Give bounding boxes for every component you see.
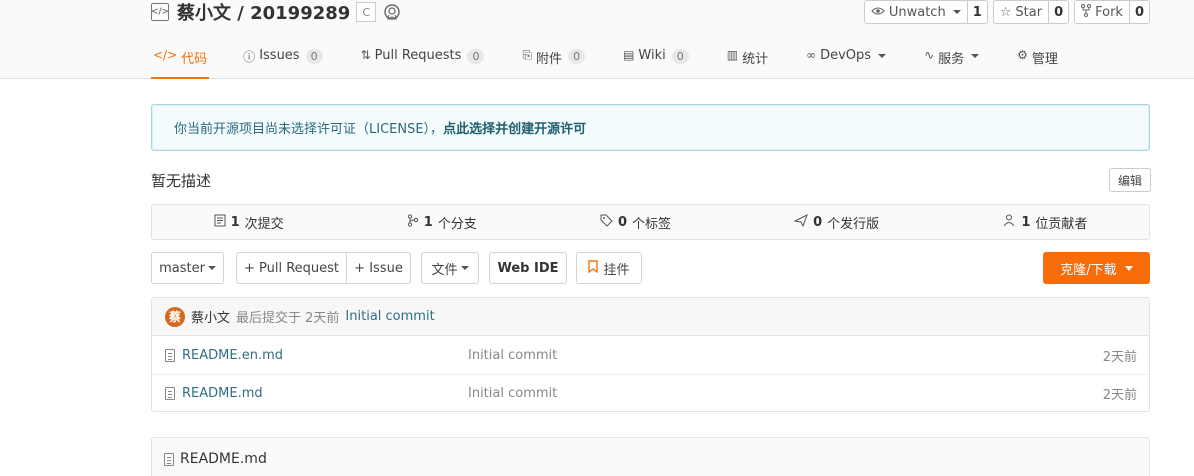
file-row[interactable]: README.md Initial commit 2天前 (152, 374, 1149, 412)
clone-download-button[interactable]: 克隆/下载 (1043, 252, 1150, 284)
tab-issues[interactable]: ⓘ Issues 0 (243, 44, 323, 79)
license-notice-text: 你当前开源项目尚未选择许可证（LICENSE）， (174, 122, 444, 137)
readme-file-icon (164, 452, 174, 466)
tab-manage[interactable]: ⚙ 管理 (1017, 44, 1058, 79)
release-icon (793, 213, 809, 231)
readme-header: README.md (152, 438, 1149, 467)
attachment-icon: ⎘ (522, 48, 533, 62)
pull-requests-count-badge: 0 (467, 49, 485, 64)
fork-icon (1081, 3, 1092, 21)
repo-stats-bar: 1 次提交 1 个分支 0 个标签 0 个发行版 1 位贡献者 (151, 204, 1150, 240)
contributors-stat[interactable]: 1 位贡献者 (1002, 213, 1087, 232)
attachments-count-badge: 0 (568, 49, 586, 64)
chevron-down-icon (1124, 265, 1133, 271)
fork-label: Fork (1095, 4, 1123, 20)
repo-description: 暂无描述 (151, 172, 212, 190)
commit-icon (214, 214, 226, 231)
file-menu-button[interactable]: 文件 (421, 252, 479, 284)
file-list: 蔡 蔡小文 最后提交于 2天前 Initial commit README.en… (151, 297, 1150, 412)
settings-doc-icon: ⚙ (1017, 48, 1028, 62)
commit-meta: 最后提交于 2天前 (236, 311, 340, 326)
code-icon: </> (153, 48, 178, 62)
tab-pull-requests[interactable]: ⇅ Pull Requests 0 (361, 44, 485, 79)
avatar[interactable]: 蔡 (165, 306, 185, 327)
chevron-down-icon (207, 266, 216, 270)
edit-description-button[interactable]: 编辑 (1109, 168, 1151, 192)
create-license-link[interactable]: 点此选择并创建开源许可 (443, 118, 586, 137)
issues-count-badge: 0 (305, 49, 323, 64)
file-name-link[interactable]: README.md (182, 386, 263, 401)
watch-button[interactable]: Unwatch 1 (863, 0, 988, 24)
tab-wiki[interactable]: ▤ Wiki 0 (623, 44, 689, 79)
readme-title: README.md (180, 451, 267, 467)
star-count[interactable]: 0 (1048, 1, 1068, 23)
file-icon (165, 348, 175, 362)
tab-statistics[interactable]: ▥ 统计 (727, 44, 768, 79)
repo-toolbar: master + Pull Request + Issue 文件 Web IDE… (151, 252, 1150, 284)
tab-devops[interactable]: ∞ DevOps (806, 44, 887, 79)
contributors-icon (1002, 214, 1016, 231)
star-icon: ☆ (999, 4, 1012, 20)
language-badge[interactable]: C (356, 2, 377, 22)
star-button[interactable]: ☆ Star 0 (992, 0, 1070, 24)
chevron-down-icon (878, 54, 887, 58)
issue-icon: ⓘ (243, 50, 256, 64)
commit-author[interactable]: 蔡小文 (191, 307, 230, 326)
commit-message-link[interactable]: Initial commit (345, 309, 434, 324)
file-commit-time: 2天前 (1102, 388, 1137, 403)
readme-panel: README.md (151, 437, 1150, 476)
wiki-icon: ▤ (623, 48, 635, 62)
web-ide-button[interactable]: Web IDE (489, 252, 567, 284)
fork-count[interactable]: 0 (1128, 1, 1149, 23)
award-icon[interactable] (382, 2, 402, 22)
file-icon (165, 387, 175, 400)
tab-services[interactable]: ∿ 服务 (924, 44, 980, 79)
tab-attachments[interactable]: ⎘ 附件 0 (522, 44, 586, 79)
repo-header: </> 蔡小文 / 20199289 C Unwatch 1 ☆ Star 0 (0, 0, 1194, 79)
file-name-link[interactable]: README.en.md (182, 348, 283, 363)
tag-icon (600, 214, 613, 231)
bookmark-icon (588, 259, 599, 277)
file-commit-message[interactable]: Initial commit (468, 386, 557, 401)
commits-stat[interactable]: 1 次提交 (214, 213, 284, 232)
repo-title-bar: </> 蔡小文 / 20199289 C (151, 0, 402, 24)
widget-button[interactable]: 挂件 (576, 252, 642, 284)
watch-label: Unwatch (888, 4, 946, 20)
chart-icon: ▥ (726, 48, 739, 62)
eye-icon (871, 5, 885, 20)
watch-count[interactable]: 1 (966, 1, 987, 23)
branch-select[interactable]: master (151, 252, 224, 284)
new-issue-button[interactable]: + Issue (346, 252, 411, 284)
file-commit-time: 2天前 (1102, 349, 1137, 365)
file-row[interactable]: README.en.md Initial commit 2天前 (152, 336, 1149, 374)
infinity-icon: ∞ (806, 48, 817, 62)
license-notice: 你当前开源项目尚未选择许可证（LICENSE）， 点此选择并创建开源许可 (151, 104, 1150, 151)
chevron-down-icon (460, 266, 469, 270)
code-repo-icon: </> (151, 3, 169, 21)
file-commit-message[interactable]: Initial commit (468, 348, 557, 363)
fork-button[interactable]: Fork 0 (1074, 0, 1150, 24)
star-label: Star (1015, 4, 1043, 20)
pull-request-icon: ⇅ (360, 48, 371, 62)
chevron-down-icon (971, 54, 980, 58)
pulse-icon: ∿ (924, 48, 935, 62)
chevron-down-icon (952, 10, 961, 14)
repo-actions: Unwatch 1 ☆ Star 0 Fork 0 (863, 0, 1150, 24)
tab-code[interactable]: </> 代码 (151, 44, 210, 79)
releases-stat[interactable]: 0 个发行版 (793, 213, 879, 232)
repo-tabs: </> 代码 ⓘ Issues 0 ⇅ Pull Requests 0 ⎘ 附件… (151, 44, 1096, 79)
new-pull-request-button[interactable]: + Pull Request (236, 252, 347, 284)
branch-icon (407, 213, 419, 231)
tags-stat[interactable]: 0 个标签 (600, 213, 671, 232)
branches-stat[interactable]: 1 个分支 (407, 213, 477, 232)
wiki-count-badge: 0 (671, 49, 689, 64)
last-commit-row: 蔡 蔡小文 最后提交于 2天前 Initial commit (152, 298, 1149, 336)
repo-name[interactable]: 蔡小文 / 20199289 (177, 0, 350, 25)
